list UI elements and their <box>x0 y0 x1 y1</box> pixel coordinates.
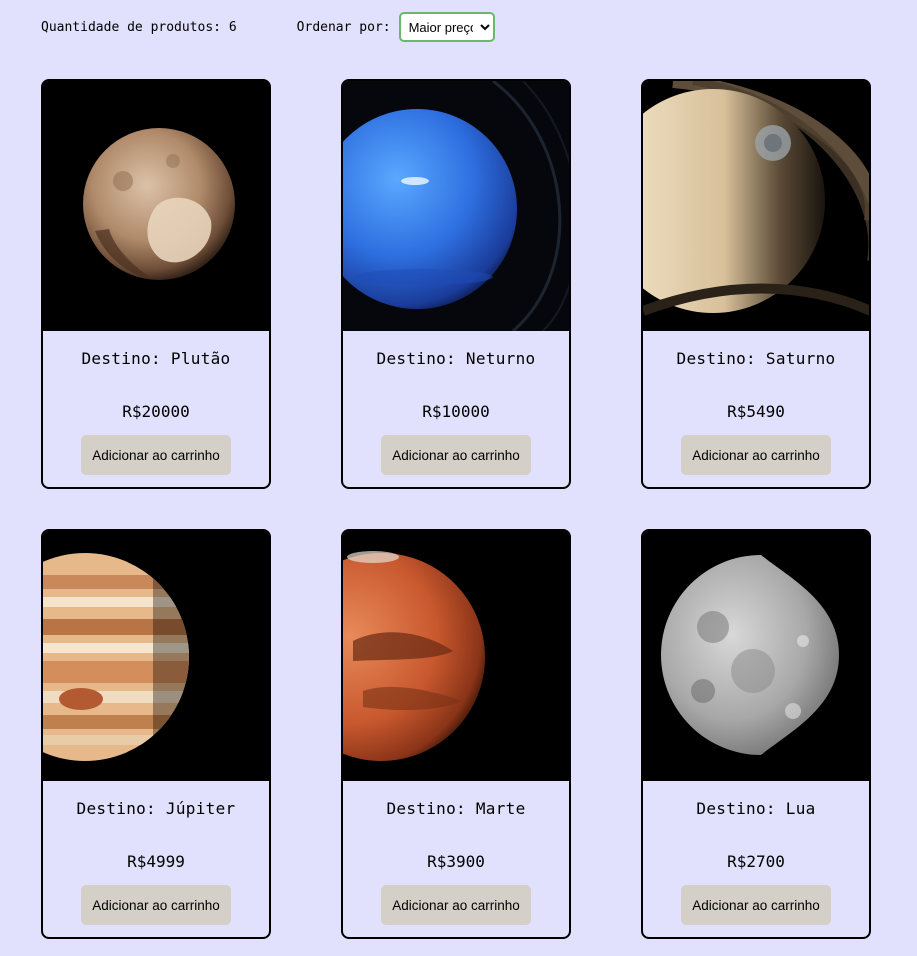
product-title: Destino: Lua <box>696 799 816 818</box>
toolbar: Quantidade de produtos: 6 Ordenar por: M… <box>41 12 495 42</box>
moon-image <box>643 531 869 781</box>
product-price: R$5490 <box>727 402 785 421</box>
product-card: Destino: Lua R$2700 Adicionar ao carrinh… <box>641 529 871 939</box>
product-price: R$20000 <box>122 402 190 421</box>
product-price: R$4999 <box>127 852 185 871</box>
saturn-image <box>643 81 869 331</box>
product-card: Destino: Saturno R$5490 Adicionar ao car… <box>641 79 871 489</box>
product-card: Destino: Neturno R$10000 Adicionar ao ca… <box>341 79 571 489</box>
mars-image <box>343 531 569 781</box>
product-title: Destino: Júpiter <box>76 799 236 818</box>
add-to-cart-button[interactable]: Adicionar ao carrinho <box>81 885 231 925</box>
product-price: R$3900 <box>427 852 485 871</box>
product-price: R$2700 <box>727 852 785 871</box>
add-to-cart-button[interactable]: Adicionar ao carrinho <box>381 885 531 925</box>
pluto-image <box>43 81 269 331</box>
product-title: Destino: Plutão <box>81 349 231 368</box>
product-title: Destino: Saturno <box>676 349 836 368</box>
product-price: R$10000 <box>422 402 490 421</box>
product-count-value: 6 <box>228 19 237 35</box>
product-title: Destino: Marte <box>386 799 526 818</box>
product-card: Destino: Júpiter R$4999 Adicionar ao car… <box>41 529 271 939</box>
sort-label: Ordenar por: <box>296 19 391 35</box>
sort-select[interactable]: Maior preço <box>398 12 495 42</box>
add-to-cart-button[interactable]: Adicionar ao carrinho <box>681 435 831 475</box>
product-title: Destino: Neturno <box>376 349 536 368</box>
add-to-cart-button[interactable]: Adicionar ao carrinho <box>381 435 531 475</box>
product-count-label: Quantidade de produtos: <box>41 19 229 35</box>
sort-control: Ordenar por: Maior preço <box>297 12 495 42</box>
product-card: Destino: Marte R$3900 Adicionar ao carri… <box>341 529 571 939</box>
neptune-image <box>343 81 569 331</box>
product-grid: Destino: Plutão R$20000 Adicionar ao car… <box>41 79 871 939</box>
product-count: Quantidade de produtos: 6 <box>41 20 237 35</box>
add-to-cart-button[interactable]: Adicionar ao carrinho <box>681 885 831 925</box>
jupiter-image <box>43 531 269 781</box>
add-to-cart-button[interactable]: Adicionar ao carrinho <box>81 435 231 475</box>
product-card: Destino: Plutão R$20000 Adicionar ao car… <box>41 79 271 489</box>
